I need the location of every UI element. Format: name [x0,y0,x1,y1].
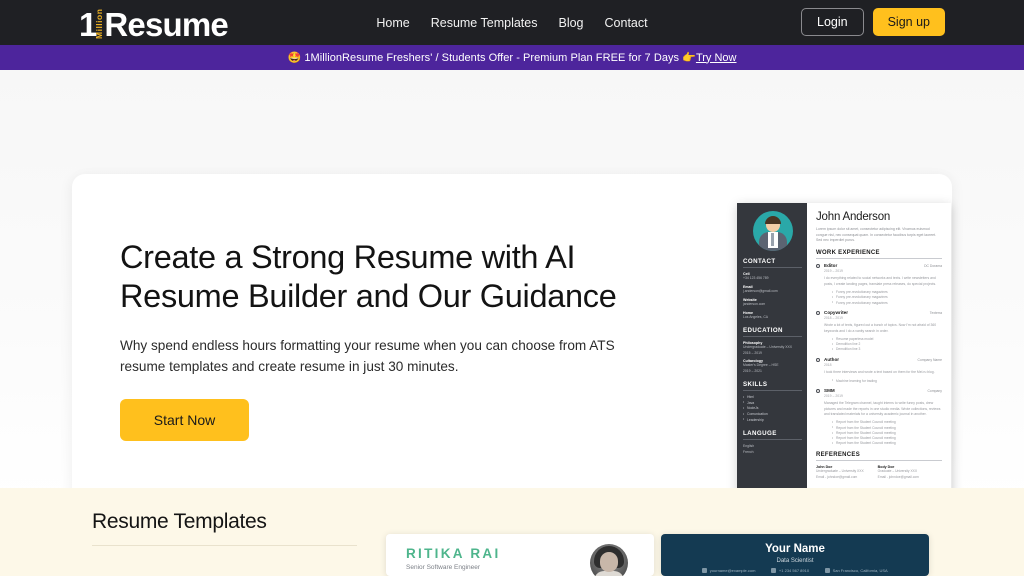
resume-job-bullet: Machine learning for trading [832,379,942,384]
template-contact-phone: +1 234 567 8910 [771,568,809,573]
resume-job-dates: 2018 – 2019 [824,316,942,320]
template-card-name: Your Name [661,543,929,555]
resume-reference-item: Body Doe Graduate – University XXX Email… [878,465,919,479]
template-card-photo [590,544,628,576]
resume-reference-line: Email - johndoe@gmail.com [878,475,919,480]
templates-heading-group: Resume Templates [92,510,357,546]
resume-job-title: Author [824,357,839,362]
template-card-role: Data Scientist [661,558,929,564]
resume-reference-item: John Doe Undergraduate – University XXX … [816,465,864,479]
resume-contact-value: j.anderson@gmail.com [743,289,802,294]
phone-icon [771,568,776,573]
promo-banner-text: 🤩 1MillionResume Freshers' / Students Of… [288,51,696,64]
resume-job-entry: SMM Company 2019 – 2019 Managed the Tele… [816,388,942,446]
resume-job-description: Wrote a lot of texts, figured out a bunc… [824,323,942,334]
resume-job-company: Company Name [918,358,943,362]
hero-title: Create a Strong Resume with AI Resume Bu… [120,238,620,315]
resume-sidebar: CONTACT Cell +34 123 456 789 Email j.and… [737,203,807,528]
resume-main-column: John Anderson Lorem ipsum dolor sit amet… [807,203,951,528]
template-contact-text: +1 234 567 8910 [779,568,809,573]
resume-job-title: Copywriter [824,310,848,315]
resume-education-title: EDUCATION [743,327,802,337]
site-header: 1 Million Resume Home Resume Templates B… [0,0,1024,45]
timeline-dot-icon [816,389,820,393]
resume-job-dates: 2019 – 2019 [824,269,942,273]
timeline-dot-icon [816,358,820,362]
timeline-dot-icon [816,311,820,315]
resume-job-dates: 2019 – 2019 [824,394,942,398]
resume-job-bullet: Funny pre-revolutionary magazines [832,301,942,306]
resume-references-list: John Doe Undergraduate – University XXX … [816,465,942,479]
resume-reference-line: Email - johndoe@gmail.com [816,475,864,480]
resume-job-description: Managed the Telegram channel, taught int… [824,401,942,417]
template-card-your-name[interactable]: Your Name Data Scientist yourname@exampl… [661,534,929,576]
resume-job-entry: Copywriter Texterra 2018 – 2019 Wrote a … [816,310,942,352]
nav-item-blog[interactable]: Blog [558,16,583,30]
resume-language-item: French [743,450,802,455]
auth-buttons: Login Sign up [801,8,945,36]
resume-contact-item: Website janderson.com [743,298,802,307]
resume-job-description: I do everything related to social networ… [824,276,942,287]
hero-subtitle: Why spend endless hours formatting your … [120,335,615,377]
resume-job-bullet: Demolition line 3 [832,347,942,352]
resume-person-name: John Anderson [816,211,942,223]
resume-contact-item: Cell +34 123 456 789 [743,272,802,281]
resume-skill-item: Leadership [743,418,802,424]
resume-work-title: WORK EXPERIENCE [816,250,942,259]
resume-language-title: LANGUGE [743,430,802,440]
resume-skills-title: SKILLS [743,381,802,391]
template-contact-text: yourname@example.com [710,568,756,573]
resume-education-item: Cultarology Master's Degree – HSE 2019 –… [743,359,802,374]
resume-job-company: Texterra [930,311,942,315]
resume-education-dates: 2015 – 2019 [743,351,802,356]
resume-reference-line: Undergraduate – University XXX [816,469,864,474]
envelope-icon [702,568,707,573]
template-card-ritika-rai[interactable]: RITIKA RAI Senior Software Engineer [386,534,654,576]
resume-contact-value: +34 123 456 789 [743,276,802,281]
resume-contact-item: Home Los Angeles, CA [743,311,802,320]
resume-education-dates: 2019 – 2021 [743,369,802,374]
timeline-dot-icon [816,264,820,268]
resume-education-item: Philosophy Undergraduate – University XX… [743,341,802,356]
resume-contact-value: janderson.com [743,302,802,307]
location-pin-icon [825,568,830,573]
template-card-name: RITIKA RAI [406,546,501,561]
promo-try-now-link[interactable]: Try Now [696,52,737,64]
resume-avatar [753,211,793,251]
hero-section: Create a Strong Resume with AI Resume Bu… [0,70,1024,500]
login-button[interactable]: Login [801,8,864,36]
resume-job-entry: Editor DC Dorama 2019 – 2019 I do everyt… [816,263,942,305]
page-root: 1 Million Resume Home Resume Templates B… [0,0,1024,576]
nav-item-resume-templates[interactable]: Resume Templates [431,16,538,30]
resume-job-description: I took three interviews and wrote a text… [824,370,942,375]
template-contact-email: yourname@example.com [702,568,755,573]
resume-job-dates: 2018 [824,363,942,367]
resume-job-title: Editor [824,263,837,268]
nav-item-home[interactable]: Home [376,16,409,30]
resume-reference-line: Graduate – University XXX [878,469,919,474]
resume-contact-value: Los Angeles, CA [743,315,802,320]
hero-content: Create a Strong Resume with AI Resume Bu… [120,238,640,441]
signup-button[interactable]: Sign up [873,8,945,36]
resume-job-title: SMM [824,388,835,393]
nav-item-contact[interactable]: Contact [605,16,648,30]
promo-banner[interactable]: 🤩 1MillionResume Freshers' / Students Of… [0,45,1024,70]
template-contact-text: San Francisco, California, USA [833,568,888,573]
resume-intro-text: Lorem ipsum dolor sit amet, consectetur … [816,227,942,244]
resume-job-company: Company [927,389,942,393]
resume-contact-title: CONTACT [743,258,802,268]
start-now-button[interactable]: Start Now [120,399,249,441]
resume-job-company: DC Dorama [924,264,942,268]
resume-job-bullet: Report from the Student Council meeting [832,441,942,446]
resume-preview-image[interactable]: CONTACT Cell +34 123 456 789 Email j.and… [737,203,951,528]
templates-section-title: Resume Templates [92,510,357,534]
template-card-contacts: yourname@example.com +1 234 567 8910 San… [661,568,929,573]
template-contact-location: San Francisco, California, USA [825,568,888,573]
resume-references-title: REFERENCES [816,452,942,461]
resume-contact-item: Email j.anderson@gmail.com [743,285,802,294]
templates-divider [92,545,357,546]
resume-job-entry: Author Company Name 2018 I took three in… [816,357,942,384]
template-card-role: Senior Software Engineer [406,564,480,571]
